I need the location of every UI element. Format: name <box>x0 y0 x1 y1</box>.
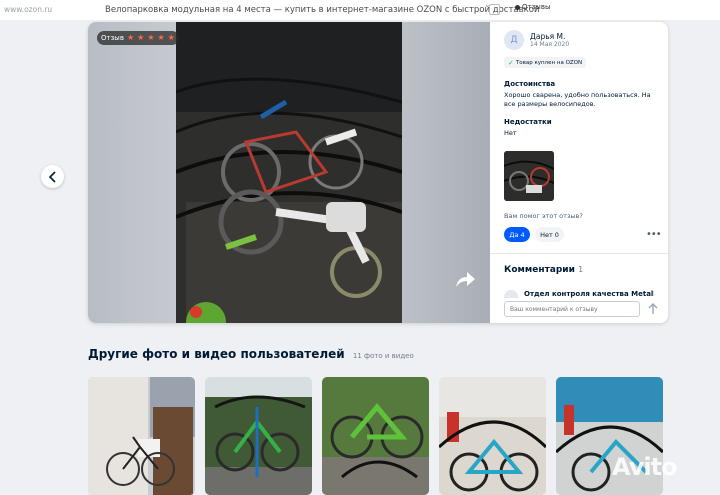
chevron-left-icon <box>48 170 56 183</box>
site-url[interactable]: www.ozon.ru <box>4 5 52 14</box>
rating-badge-label: Отзыв <box>101 34 124 42</box>
gallery-image <box>205 377 312 495</box>
bought-on-ozon-badge: ✓ Товар куплен на OZON <box>504 57 587 68</box>
review-sidebar: Д Дарья М. 14 Мая 2020 ✓ Товар куплен на… <box>490 22 668 323</box>
other-photos-title: Другие фото и видео пользователей <box>88 347 345 361</box>
gallery-image <box>322 377 429 495</box>
helpful-question: Вам помог этот отзыв? <box>504 212 583 220</box>
bike-rack-photo-image <box>176 22 402 323</box>
star-icon: ★ <box>147 33 155 42</box>
comments-heading-label: Комментарии <box>504 265 575 275</box>
bought-label: Товар куплен на OZON <box>515 59 583 66</box>
other-photos-count: 11 фото и видео <box>352 352 414 360</box>
reviews-link-label: Отзывы <box>522 3 551 11</box>
reviews-link[interactable]: Отзывы <box>515 3 551 11</box>
photo-viewer[interactable]: Отзыв ★ ★ ★ ★ ★ <box>88 22 490 323</box>
send-arrow-icon[interactable] <box>646 302 660 316</box>
gallery-image <box>88 377 195 495</box>
share-icon[interactable] <box>454 269 476 289</box>
review-author: Дарья М. <box>530 32 566 41</box>
review-date: 14 Мая 2020 <box>530 41 570 48</box>
review-modal: Отзыв ★ ★ ★ ★ ★ Д Дарья М. 14 Мая 2020 ✓… <box>88 22 668 323</box>
gallery-image <box>439 377 546 495</box>
reviews-dot-icon <box>515 4 520 10</box>
page-title: Велопарковка модульная на 4 места — купи… <box>105 5 540 15</box>
comment-author: Отдел контроля качества Metall76 <box>524 290 654 298</box>
helpful-no-button[interactable]: Нет 0 <box>535 227 564 242</box>
avito-watermark: Avito <box>612 453 678 481</box>
helpful-yes-button[interactable]: Да 4 <box>504 227 530 242</box>
gallery-thumbnail[interactable] <box>439 377 546 495</box>
comments-heading: Комментарии 1 <box>504 265 583 275</box>
star-icon: ★ <box>167 33 175 42</box>
cons-heading: Недостатки <box>504 118 552 126</box>
gallery-thumbnail[interactable] <box>205 377 312 495</box>
avatar: Д <box>504 30 524 50</box>
gallery-thumbnail[interactable] <box>322 377 429 495</box>
cons-text: Нет <box>504 129 517 137</box>
more-options-icon[interactable]: ••• <box>646 229 662 240</box>
star-icon: ★ <box>126 33 135 42</box>
other-photos-heading: Другие фото и видео пользователей 11 фот… <box>88 347 414 361</box>
thumbnail-image <box>504 151 554 201</box>
comment-input[interactable] <box>504 301 640 317</box>
bookmark-icon[interactable] <box>489 4 500 15</box>
check-icon: ✓ <box>508 58 514 67</box>
star-icon: ★ <box>137 33 145 42</box>
review-photo[interactable] <box>176 22 402 323</box>
comment-input-bar <box>490 298 668 323</box>
gallery-thumbnail[interactable] <box>88 377 195 495</box>
pros-heading: Достоинства <box>504 80 556 88</box>
browser-topbar: www.ozon.ru Велопарковка модульная на 4 … <box>0 0 720 20</box>
comments-count: 1 <box>578 265 584 274</box>
review-photo-thumbnail[interactable] <box>504 151 554 201</box>
comment-avatar <box>504 290 518 298</box>
divider <box>490 253 668 254</box>
rating-badge: Отзыв ★ ★ ★ ★ ★ <box>97 31 179 45</box>
star-icon: ★ <box>157 33 165 42</box>
pros-text: Хорошо сварена, удобно пользоваться. На … <box>504 91 651 108</box>
prev-photo-button[interactable] <box>41 165 64 188</box>
